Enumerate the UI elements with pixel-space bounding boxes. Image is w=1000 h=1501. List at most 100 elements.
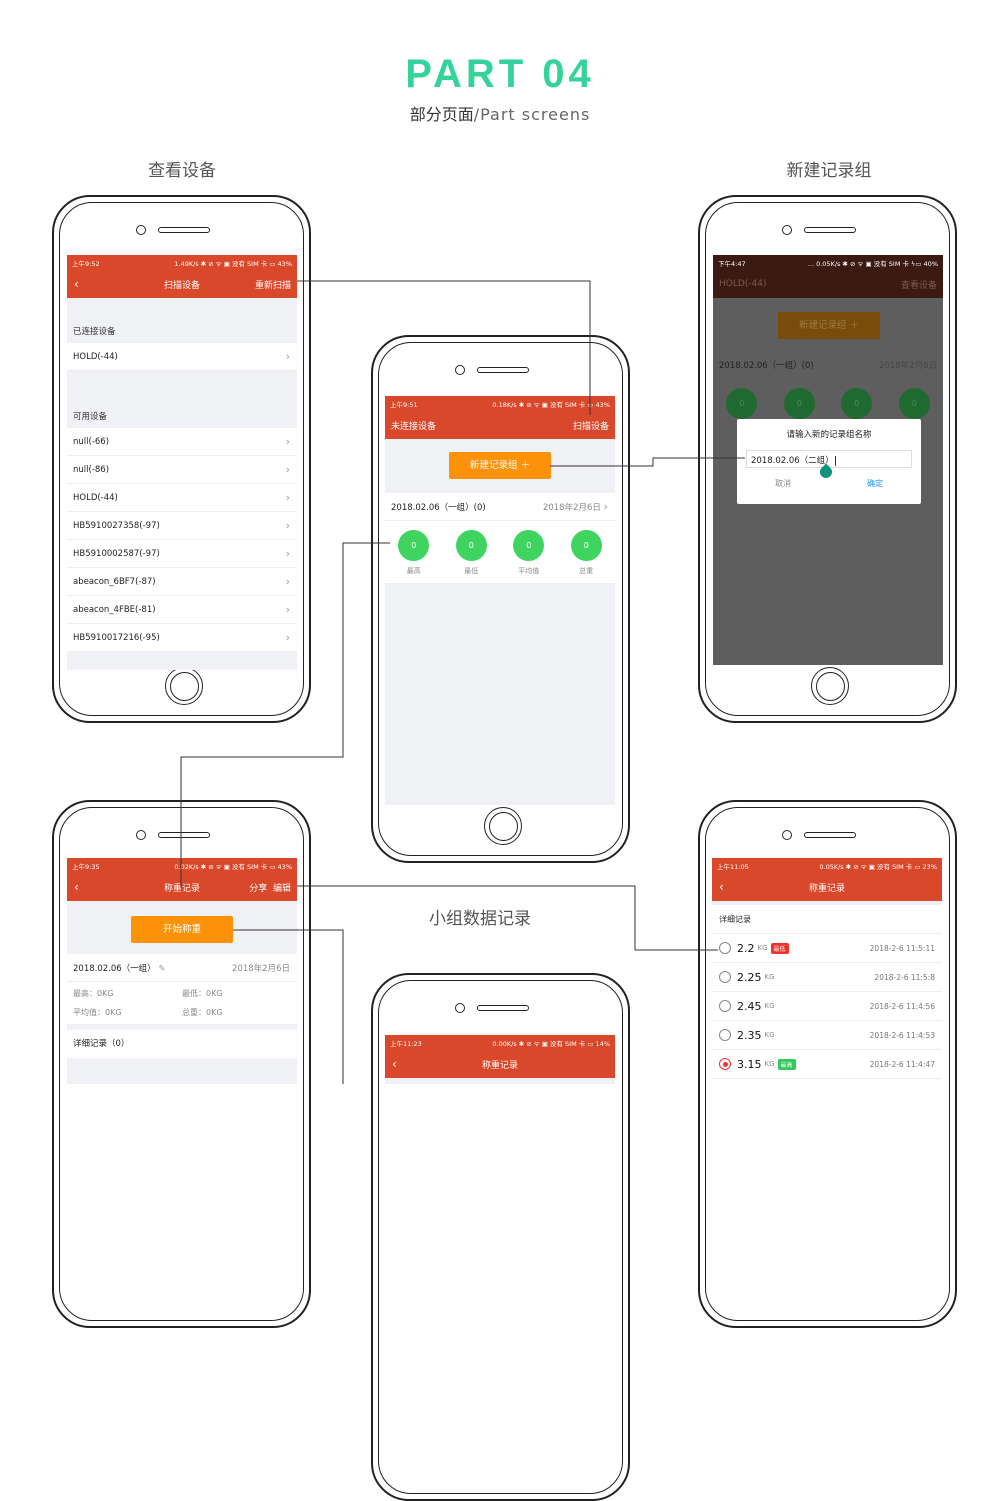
edit-button[interactable]: 编辑: [273, 884, 291, 894]
stat-item: 0 总重: [558, 530, 615, 583]
record-value: 2.35: [737, 1028, 762, 1042]
chevron-right-icon: ›: [285, 631, 290, 644]
back-icon[interactable]: ‹: [74, 277, 79, 291]
record-value: 3.15: [737, 1057, 762, 1071]
group-header-row: 2018.02.06（一组） ✎ 2018年2月6日: [67, 954, 297, 982]
subtitle-en: /Part screens: [473, 105, 591, 124]
record-unit: KG: [764, 1031, 775, 1039]
summary-stats: 最高：0KG 最低：0KG 平均值：0KG 总重：0KG: [67, 982, 297, 1024]
device-row[interactable]: HB5910017216(-95) ›: [67, 624, 297, 652]
status-time: 上午9:52: [72, 259, 100, 268]
group-row-dimmed: 2018.02.06（一组）(0) 2018年2月6日: [713, 352, 943, 378]
group-date: 2018年2月6日: [232, 963, 290, 974]
device-row[interactable]: abeacon_6BF7(-87) ›: [67, 568, 297, 596]
stat-total: 总重：0KG: [182, 1008, 223, 1017]
stat-avg: 平均值：0KG: [73, 1008, 122, 1017]
record-row[interactable]: 2.35 KG 2018-2-6 11:4:53: [712, 1021, 942, 1050]
device-row[interactable]: HOLD(-44) ›: [67, 343, 297, 371]
device-row[interactable]: null(-86) ›: [67, 456, 297, 484]
stat-max: 最高：0KG: [73, 989, 114, 998]
record-radio[interactable]: [719, 971, 731, 983]
nav-bar: ‹ 称重记录 分享 编辑: [67, 873, 297, 901]
chevron-right-icon: ›: [285, 575, 290, 588]
device-row[interactable]: HOLD(-44) ›: [67, 484, 297, 512]
stat-item: 0 最高: [385, 530, 442, 583]
home-button: [484, 807, 522, 845]
back-icon[interactable]: ‹: [74, 880, 79, 894]
record-value: 2.2: [737, 941, 755, 955]
device-row[interactable]: HB5910002587(-97) ›: [67, 540, 297, 568]
group-date: 2018年2月6日 ›: [543, 500, 608, 513]
back-icon[interactable]: ‹: [719, 880, 724, 894]
record-time: 2018-2-6 11:5:11: [869, 943, 935, 953]
new-group-button-dimmed: 新建记录组 ＋: [778, 312, 880, 339]
device-name: HOLD(-44): [73, 351, 118, 362]
device-name: abeacon_4FBE(-81): [73, 604, 156, 615]
screen-detail-records: 上午11:05 0.05K/s ✱ ⊘ ᯤ ▣ 没有 SIM 卡 ▭ 23% ‹ 称…: [712, 858, 942, 1084]
nav-bar: ‹ 称重记录: [385, 1050, 615, 1078]
home-button: [165, 667, 203, 705]
device-row[interactable]: abeacon_4FBE(-81) ›: [67, 596, 297, 624]
dialog-title: 请输入新的记录组名称: [786, 430, 872, 440]
status-bar: 上午9:35 0.02K/s ✱ ⊘ ᯤ ▣ 没有 SIM 卡 ▭ 43%: [67, 858, 297, 873]
record-time: 2018-2-6 11:4:47: [869, 1059, 935, 1069]
caption-new-group: 新建记录组: [786, 161, 872, 181]
status-bar: 上午9:52 1.49K/s ✱ ⊘ ᯤ ▣ 没有 SIM 卡 ▭ 43%: [67, 255, 297, 270]
record-radio[interactable]: [719, 1000, 731, 1012]
record-badge: 最高: [777, 1058, 796, 1070]
device-row[interactable]: null(-66) ›: [67, 428, 297, 456]
record-radio[interactable]: [719, 942, 731, 954]
group-row[interactable]: 2018.02.06（一组）(0) 2018年2月6日 ›: [385, 493, 615, 521]
record-unit: KG: [764, 1002, 775, 1010]
rescan-button[interactable]: 重新扫描: [255, 278, 291, 291]
chevron-right-icon: ›: [285, 463, 290, 476]
page-title: PART 04: [405, 52, 595, 96]
confirm-button[interactable]: 确定: [867, 478, 883, 489]
group-name-input[interactable]: 2018.02.06（二组）: [746, 450, 912, 481]
scan-devices-button[interactable]: 扫描设备: [573, 419, 609, 432]
record-row[interactable]: 2.25 KG 2018-2-6 11:5:8: [712, 963, 942, 992]
stat-circle: 0: [398, 530, 430, 561]
record-badge: 最低: [770, 942, 789, 954]
record-row[interactable]: 3.15 KG 最高 2018-2-6 11:4:47: [712, 1050, 942, 1079]
status-bar: 下午4:47 ... 0.05K/s ✱ ⊘ ᯤ ▣ 没有 SIM 卡 ϟ▭ 40…: [713, 255, 943, 270]
nav-title: 称重记录: [163, 883, 200, 894]
nav-bar: HOLD(-44) 查看设备: [713, 270, 943, 298]
status-icons: 0.00K/s ✱ ⊘ ᯤ ▣ 没有 SIM 卡 ▭ 14%: [492, 1039, 610, 1048]
cancel-button[interactable]: 取消: [775, 478, 791, 489]
chevron-right-icon: ›: [285, 350, 290, 363]
stat-item: 0 最低: [443, 530, 500, 583]
status-bar: 上午11:23 0.00K/s ✱ ⊘ ᯤ ▣ 没有 SIM 卡 ▭ 14%: [385, 1035, 615, 1050]
screen-scan-devices: 上午9:52 1.49K/s ✱ ⊘ ᯤ ▣ 没有 SIM 卡 ▭ 43% ‹ 扫描…: [67, 255, 297, 670]
disconnected-label: 未连接设备: [391, 421, 437, 432]
new-group-dialog: 请输入新的记录组名称 2018.02.06（二组） 取消 确定: [737, 419, 921, 504]
record-row[interactable]: 2.45 KG 2018-2-6 11:4:56: [712, 992, 942, 1021]
record-radio[interactable]: [719, 1058, 731, 1070]
record-row[interactable]: 2.2 KG 最低 2018-2-6 11:5:11: [712, 934, 942, 963]
subtitle-cn: 部分页面: [409, 105, 474, 124]
home-button: [811, 667, 849, 705]
status-time: 上午9:51: [390, 400, 418, 409]
record-unit: KG: [757, 944, 768, 952]
stat-item: 0 平均值: [500, 530, 557, 583]
record-radio[interactable]: [719, 1029, 731, 1041]
screen-weigh-record-2: 上午11:23 0.00K/s ✱ ⊘ ᯤ ▣ 没有 SIM 卡 ▭ 14% ‹ 称…: [385, 1035, 615, 1084]
record-time: 2018-2-6 11:4:53: [869, 1030, 935, 1040]
record-unit: KG: [764, 1060, 775, 1068]
chevron-right-icon: ›: [285, 491, 290, 504]
edit-pencil-icon[interactable]: ✎: [158, 964, 165, 974]
stat-circle: 0: [570, 530, 602, 561]
share-button[interactable]: 分享: [249, 884, 267, 894]
nav-title: 称重记录: [808, 883, 845, 894]
screen-new-group-dialog: 下午4:47 ... 0.05K/s ✱ ⊘ ᯤ ▣ 没有 SIM 卡 ϟ▭ 40…: [713, 255, 943, 665]
view-devices-button: 查看设备: [900, 280, 937, 291]
device-row[interactable]: HB5910027358(-97) ›: [67, 512, 297, 540]
new-group-button[interactable]: 新建记录组 ＋: [449, 452, 551, 479]
back-icon[interactable]: ‹: [392, 1057, 397, 1071]
status-icons: 0.18K/s ✱ ⊘ ᯤ ▣ 没有 SIM 卡 ▭ 43%: [492, 400, 610, 409]
nav-bar: 未连接设备 扫描设备: [385, 411, 615, 439]
status-time: 上午9:35: [72, 862, 100, 871]
text-cursor: [834, 456, 836, 466]
start-weighing-button[interactable]: 开始称重: [131, 916, 233, 943]
screen-home: 上午9:51 0.18K/s ✱ ⊘ ᯤ ▣ 没有 SIM 卡 ▭ 43% 未连接…: [385, 396, 615, 805]
